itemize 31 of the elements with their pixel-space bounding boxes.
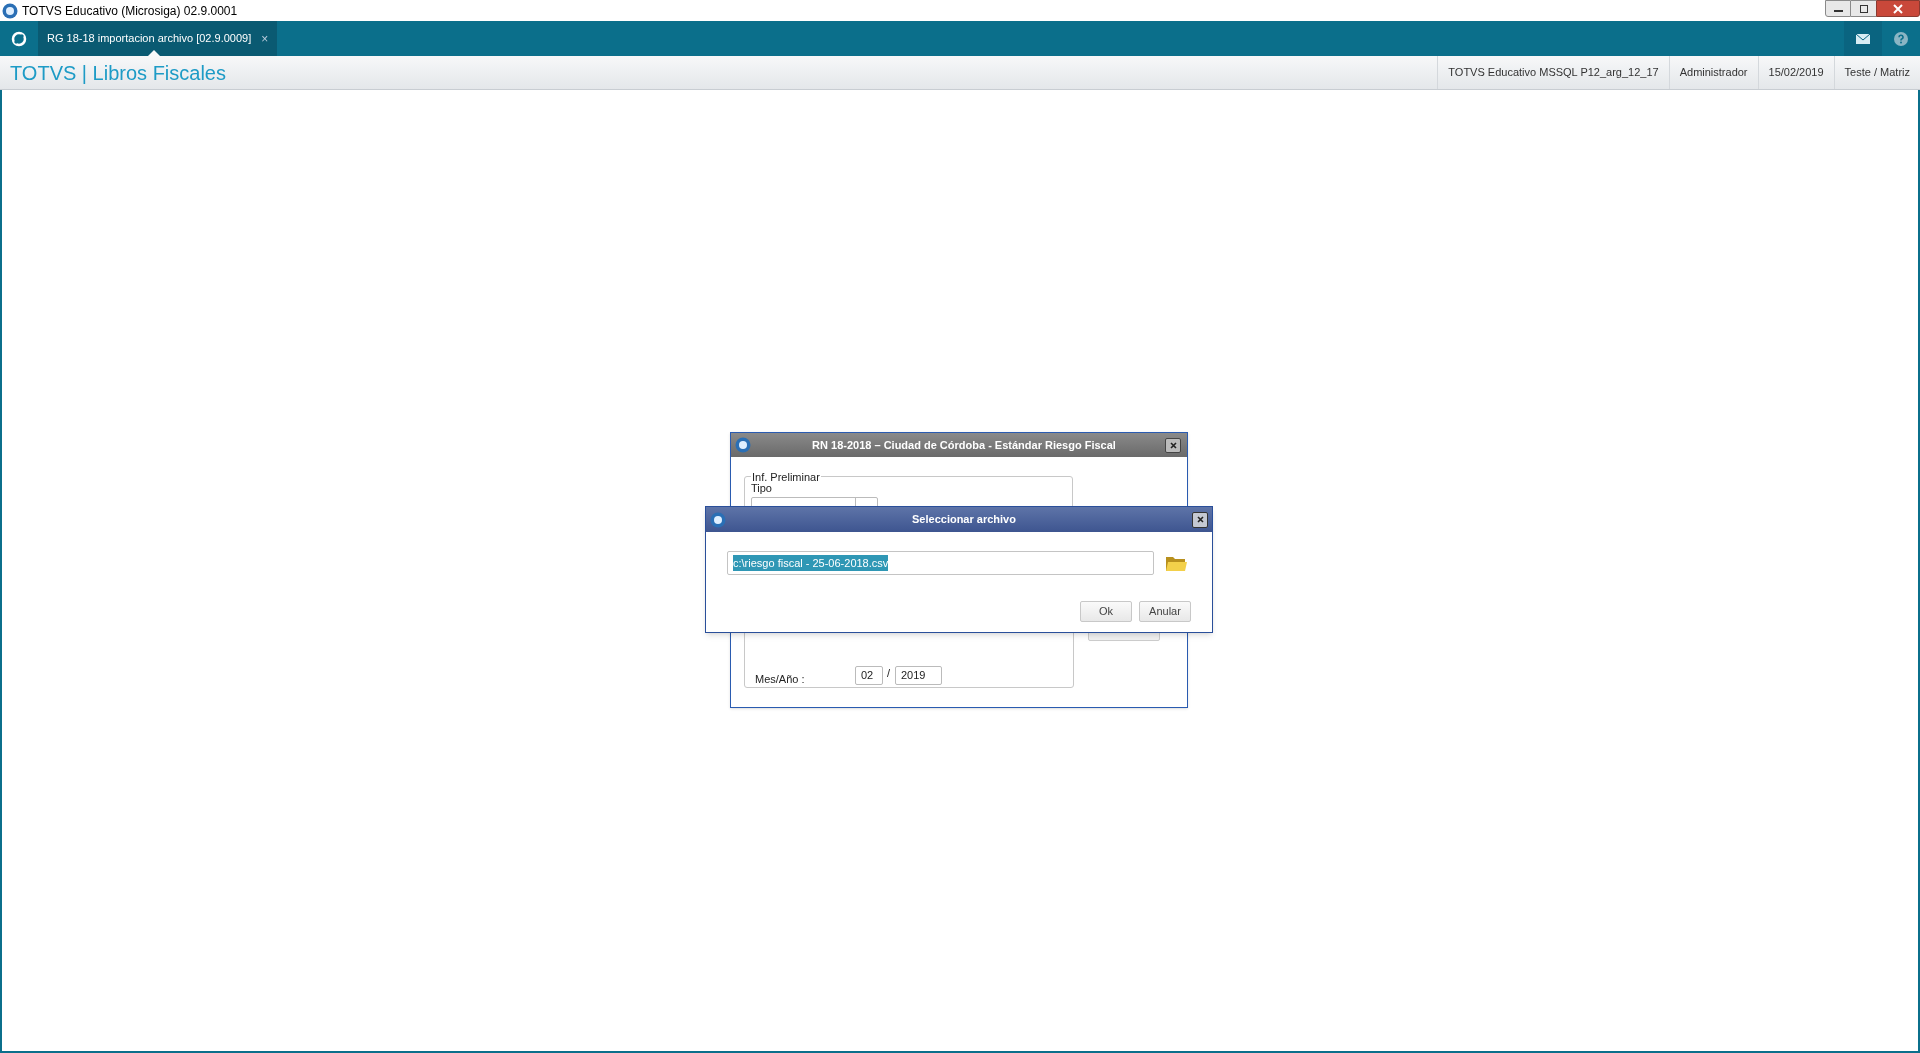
- separator-text: /: [887, 666, 891, 681]
- tab-close-button[interactable]: ×: [261, 29, 269, 48]
- status-text: TOTVS Educativo MSSQL P12_arg_12_17: [1437, 56, 1669, 89]
- folder-icon[interactable]: [1166, 555, 1187, 571]
- app-logo-icon: [710, 511, 726, 528]
- dialog-title: Seleccionar archivo: [911, 512, 1017, 528]
- close-button[interactable]: [1165, 437, 1181, 453]
- app-logo-icon: [2, 2, 18, 19]
- refresh-icon[interactable]: [11, 30, 27, 47]
- dialog-button[interactable]: Ok: [1080, 601, 1132, 622]
- year-field[interactable]: 2019: [895, 666, 942, 685]
- dialog-title: RN 18-2018 – Ciudad de Córdoba - Estándar Riesgo Fiscal: [811, 437, 1117, 453]
- window-title: TOTVS Educativo (Microsiga) 02.9.0001: [22, 2, 238, 20]
- help-icon[interactable]: [1894, 31, 1908, 46]
- dialog-button[interactable]: Anular: [1139, 601, 1191, 622]
- month-field[interactable]: 02: [855, 666, 883, 685]
- module-title: TOTVS | Libros Fiscales: [10, 60, 226, 86]
- period-label: Mes/Año :: [755, 672, 805, 687]
- close-button[interactable]: [1876, 0, 1920, 17]
- status-text: Teste / Matriz: [1833, 56, 1920, 89]
- status-text: Administrador: [1668, 56, 1758, 89]
- close-icon: [1196, 516, 1204, 523]
- close-icon: [1169, 441, 1177, 449]
- mail-icon[interactable]: [1856, 33, 1870, 44]
- app-logo-icon: [735, 437, 751, 453]
- restore-button[interactable]: [1851, 0, 1876, 17]
- close-button[interactable]: [1192, 511, 1208, 528]
- close-icon: [1893, 3, 1903, 14]
- minimize-button[interactable]: [1825, 0, 1851, 17]
- status-text: 15/02/2019: [1757, 56, 1834, 89]
- tab[interactable]: RG 18-18 importacion archivo [02.9.0009] ×: [38, 21, 278, 56]
